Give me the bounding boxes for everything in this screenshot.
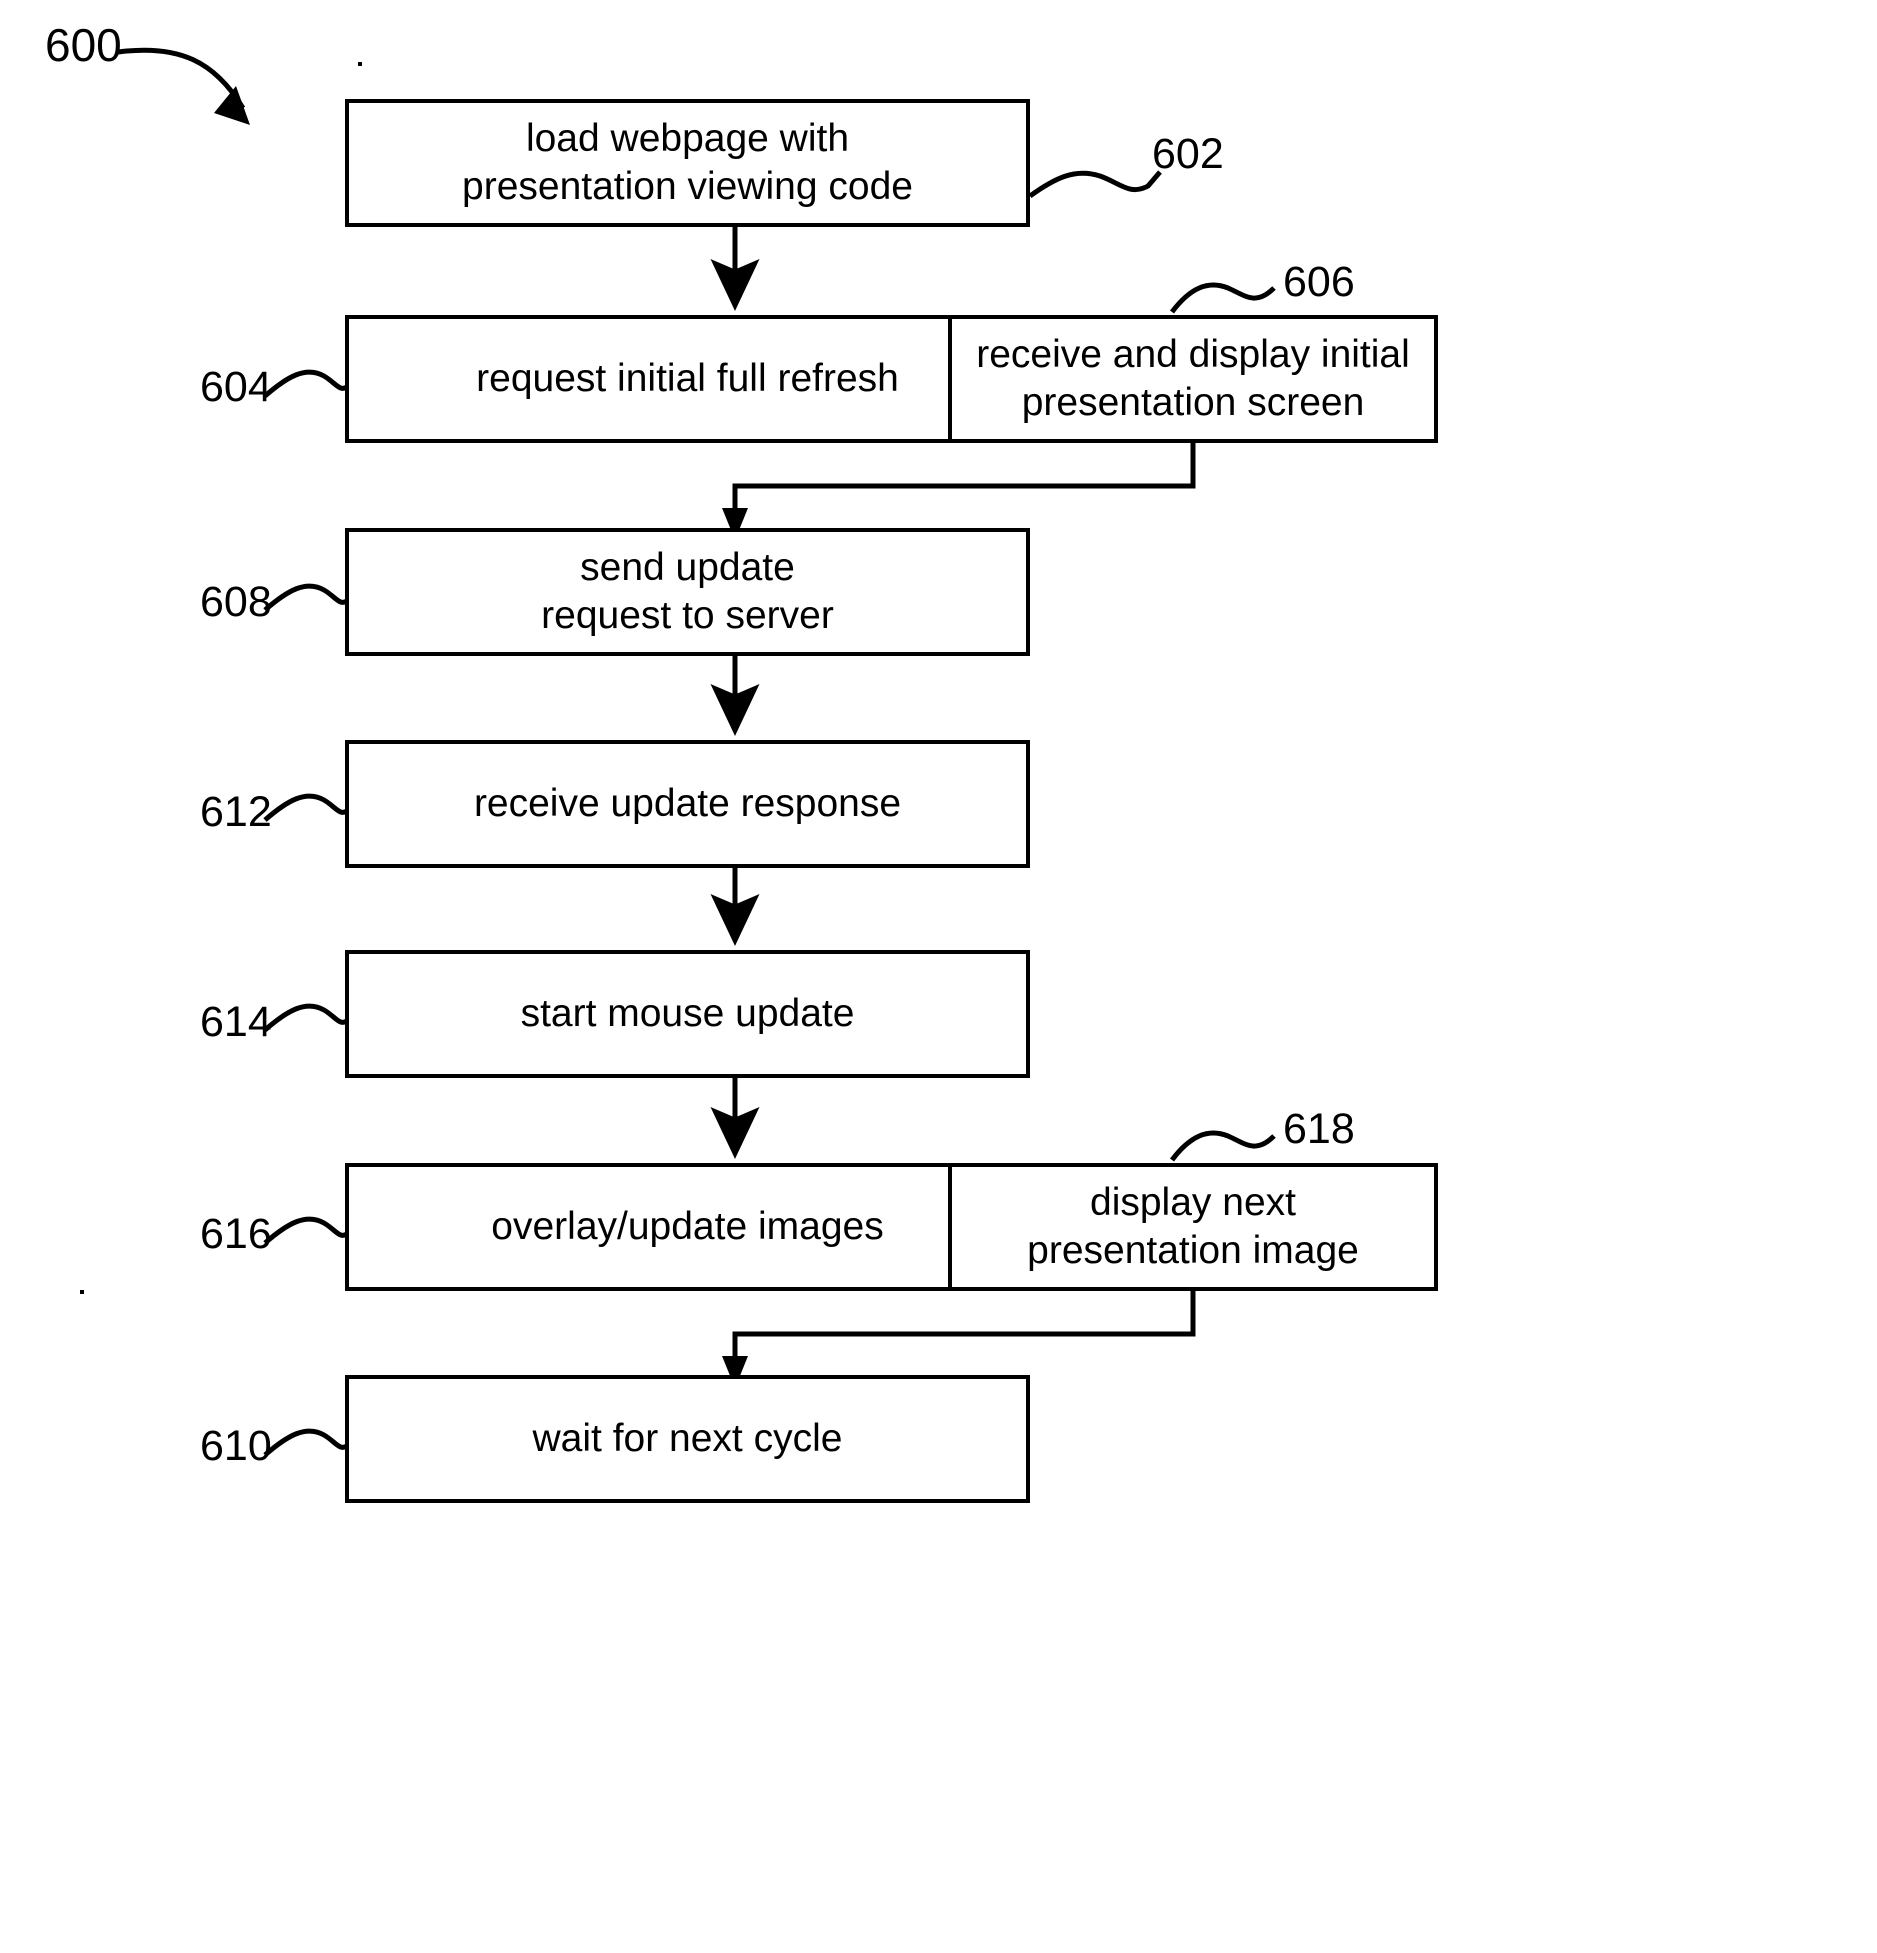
leader-616 <box>263 1216 350 1245</box>
patent-figure: 600 load webpage with presentation viewi… <box>0 0 1877 1953</box>
flow-node-612: receive update response <box>345 740 1030 868</box>
flow-node-608-label: send update request to server <box>541 546 834 637</box>
ref-numeral-606: 606 <box>1283 258 1355 306</box>
flow-node-606-label: receive and display initial presentation… <box>976 333 1410 424</box>
leader-608 <box>263 583 350 612</box>
flow-node-616-label: overlay/update images <box>491 1205 884 1249</box>
scan-speck <box>80 1290 84 1294</box>
scan-speck <box>358 62 362 66</box>
flow-node-610-label: wait for next cycle <box>532 1417 843 1461</box>
figure-lead-arrow <box>117 47 250 125</box>
ref-numeral-610: 610 <box>200 1422 272 1470</box>
figure-numeral-600: 600 <box>45 19 122 71</box>
leader-618 <box>1170 1130 1276 1162</box>
leader-606 <box>1170 282 1276 314</box>
flow-node-618-label: display next presentation image <box>1027 1181 1359 1272</box>
ref-numeral-612: 612 <box>200 788 272 836</box>
flow-node-616: overlay/update images <box>345 1163 1030 1291</box>
flow-node-604-label: request initial full refresh <box>476 357 899 401</box>
flow-node-614-label: start mouse update <box>520 992 855 1036</box>
ref-numeral-608: 608 <box>200 578 272 626</box>
flow-node-608: send update request to server <box>345 528 1030 656</box>
flow-node-614: start mouse update <box>345 950 1030 1078</box>
ref-numeral-616: 616 <box>200 1210 272 1258</box>
flow-node-602-label: load webpage with presentation viewing c… <box>462 117 913 208</box>
leader-604 <box>263 369 350 398</box>
leader-610 <box>263 1428 350 1457</box>
edge-606-608 <box>722 443 1196 540</box>
flow-node-612-label: receive update response <box>473 782 902 826</box>
edge-618-610 <box>722 1291 1196 1388</box>
leader-602 <box>1028 170 1162 199</box>
flow-node-618: display next presentation image <box>948 1163 1438 1291</box>
flow-node-606: receive and display initial presentation… <box>948 315 1438 443</box>
ref-numeral-618: 618 <box>1283 1105 1355 1153</box>
flow-node-610: wait for next cycle <box>345 1375 1030 1503</box>
ref-numeral-614: 614 <box>200 998 272 1046</box>
leader-612 <box>263 793 350 822</box>
leader-614 <box>263 1003 350 1032</box>
ref-numeral-604: 604 <box>200 363 272 411</box>
flow-node-602: load webpage with presentation viewing c… <box>345 99 1030 227</box>
flow-node-604: request initial full refresh <box>345 315 1030 443</box>
ref-numeral-602: 602 <box>1152 130 1224 178</box>
